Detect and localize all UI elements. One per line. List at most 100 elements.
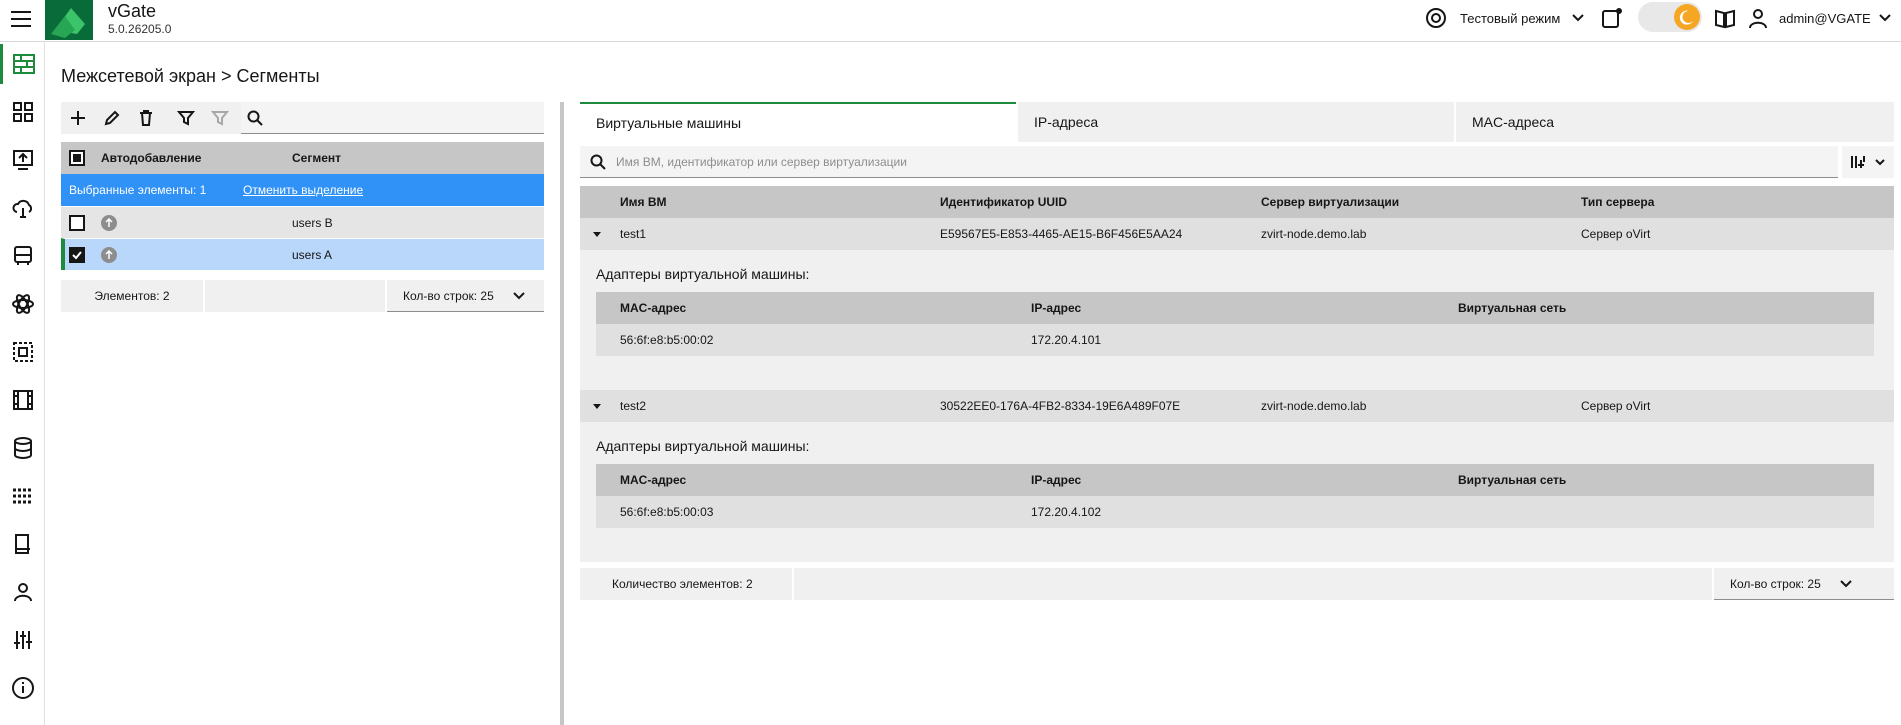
table-row[interactable]: users A xyxy=(61,238,544,270)
vm-table-footer: Количество элементов: 2 Кол-во строк: 25 xyxy=(580,568,1894,600)
nav-firewall[interactable] xyxy=(0,44,45,84)
delete-icon xyxy=(140,110,152,126)
nav-settings[interactable] xyxy=(0,620,45,660)
moon-icon xyxy=(1674,4,1700,30)
collapse-toggle[interactable] xyxy=(592,218,602,250)
app-header: vGate 5.0.26205.0 Тестовый режим admin@V… xyxy=(0,0,1901,42)
col-server: Сервер виртуализации xyxy=(1261,195,1400,209)
table-row[interactable]: test2 30522EE0-176A-4FB2-8334-19E6A489F0… xyxy=(580,390,1894,422)
filter-icon xyxy=(177,111,195,126)
menu-icon[interactable] xyxy=(10,8,32,30)
table-row[interactable]: users B xyxy=(61,206,544,238)
nav-film[interactable] xyxy=(0,380,45,420)
add-button[interactable] xyxy=(61,102,95,134)
vm-name: test2 xyxy=(620,399,647,413)
nav-users[interactable] xyxy=(0,572,45,612)
row-checkbox[interactable] xyxy=(69,239,85,270)
dashboard-icon xyxy=(12,102,33,122)
notifications-button[interactable] xyxy=(1601,0,1623,36)
adapters-table-header: MAC-адрес IP-адрес Виртуальная сеть xyxy=(596,292,1874,324)
segment-name: users A xyxy=(292,247,333,262)
vm-rows-per-page-select[interactable]: Кол-во строк: 25 xyxy=(1714,568,1894,600)
upload-icon xyxy=(12,150,33,170)
delete-button[interactable] xyxy=(129,102,163,134)
col-ip: IP-адрес xyxy=(1031,473,1082,487)
edit-button[interactable] xyxy=(95,102,129,134)
network-objects-icon xyxy=(12,342,33,362)
info-icon xyxy=(11,677,34,699)
theme-toggle[interactable] xyxy=(1638,2,1702,32)
vm-uuid: 30522EE0-176A-4FB2-8334-19E6A489F07E xyxy=(940,399,1181,413)
add-icon xyxy=(71,111,85,125)
tab-vms[interactable]: Виртуальные машины xyxy=(580,102,1016,142)
clear-filter-button[interactable] xyxy=(203,102,237,134)
logo-icon xyxy=(51,8,85,38)
selection-count: Выбранные элементы: 1 xyxy=(69,183,207,197)
nav-upload[interactable] xyxy=(0,140,45,180)
user-menu[interactable]: admin@VGATE xyxy=(1747,0,1893,36)
row-checkbox[interactable] xyxy=(69,207,85,238)
grid-icon xyxy=(12,488,33,504)
firewall-icon xyxy=(13,54,35,74)
col-network: Виртуальная сеть xyxy=(1458,301,1567,315)
detail-tabs: Виртуальные машины IP-адреса MAC-адреса xyxy=(580,102,1894,142)
app-logo xyxy=(45,0,93,40)
mode-selector[interactable]: Тестовый режим xyxy=(1424,0,1586,36)
tab-mac-addresses[interactable]: MAC-адреса xyxy=(1456,102,1894,142)
cloud-network-icon xyxy=(12,199,32,218)
select-all-checkbox[interactable] xyxy=(69,142,85,174)
col-uuid: Идентификатор UUID xyxy=(940,195,1068,209)
col-network: Виртуальная сеть xyxy=(1458,473,1567,487)
tab-ip-addresses[interactable]: IP-адреса xyxy=(1018,102,1454,142)
app-name: vGate xyxy=(108,1,157,21)
nav-database[interactable] xyxy=(0,428,45,468)
user-name: admin@VGATE xyxy=(1779,10,1871,26)
vm-server-type: Сервер oVirt xyxy=(1581,227,1651,241)
left-nav xyxy=(0,42,45,725)
nav-dashboard[interactable] xyxy=(0,92,45,132)
adapters-title: Адаптеры виртуальной машины: xyxy=(596,438,810,454)
vm-server: zvirt-node.demo.lab xyxy=(1261,399,1367,413)
search-icon xyxy=(590,154,606,170)
chevron-down-icon xyxy=(1840,579,1852,587)
clear-selection-link[interactable]: Отменить выделение xyxy=(243,174,363,206)
vm-search-input[interactable]: Имя ВМ, идентификатор или сервер виртуал… xyxy=(580,146,1838,178)
autoadd-icon xyxy=(101,207,117,238)
vm-rows-per-page-label: Кол-во строк: 25 xyxy=(1730,576,1821,591)
nav-atom[interactable] xyxy=(0,284,45,324)
adapter-mac: 56:6f:e8:b5:00:03 xyxy=(620,505,714,519)
table-row[interactable]: test1 E59567E5-E853-4465-AE15-B6F456E5AA… xyxy=(580,218,1894,250)
caret-down-icon xyxy=(593,232,601,237)
collapse-toggle[interactable] xyxy=(592,390,602,422)
nav-document[interactable] xyxy=(0,524,45,564)
lifebuoy-icon xyxy=(1426,8,1446,28)
nav-bus[interactable] xyxy=(0,236,45,276)
segments-search[interactable] xyxy=(241,102,544,134)
col-mac: MAC-адрес xyxy=(620,473,687,487)
col-ip: IP-адрес xyxy=(1031,301,1082,315)
chevron-down-icon xyxy=(1875,159,1885,166)
nav-network-objects[interactable] xyxy=(0,332,45,372)
col-mac: MAC-адрес xyxy=(620,301,687,315)
chevron-down-icon xyxy=(513,291,525,299)
sliders-icon xyxy=(13,631,32,649)
vm-search-placeholder: Имя ВМ, идентификатор или сервер виртуал… xyxy=(616,154,907,169)
film-icon xyxy=(12,390,33,410)
column-settings-button[interactable] xyxy=(1842,146,1894,178)
breadcrumb: Межсетевой экран > Сегменты xyxy=(61,66,320,86)
help-button[interactable] xyxy=(1714,0,1736,36)
col-segment: Сегмент xyxy=(292,151,342,165)
filter-button[interactable] xyxy=(169,102,203,134)
edit-icon xyxy=(104,110,120,126)
vm-uuid: E59567E5-E853-4465-AE15-B6F456E5AA24 xyxy=(940,227,1183,241)
segments-table-header: Автодобавление Сегмент xyxy=(61,142,544,174)
rows-per-page-select[interactable]: Кол-во строк: 25 xyxy=(387,280,544,312)
panel-splitter[interactable] xyxy=(560,102,564,725)
nav-grid[interactable] xyxy=(0,476,45,516)
nav-cloud[interactable] xyxy=(0,188,45,228)
vm-count: Количество элементов: 2 xyxy=(580,568,792,600)
chevron-down-icon xyxy=(1879,14,1891,22)
nav-info[interactable] xyxy=(0,668,45,708)
checkmark-icon xyxy=(72,250,82,259)
user-icon xyxy=(1749,9,1767,29)
